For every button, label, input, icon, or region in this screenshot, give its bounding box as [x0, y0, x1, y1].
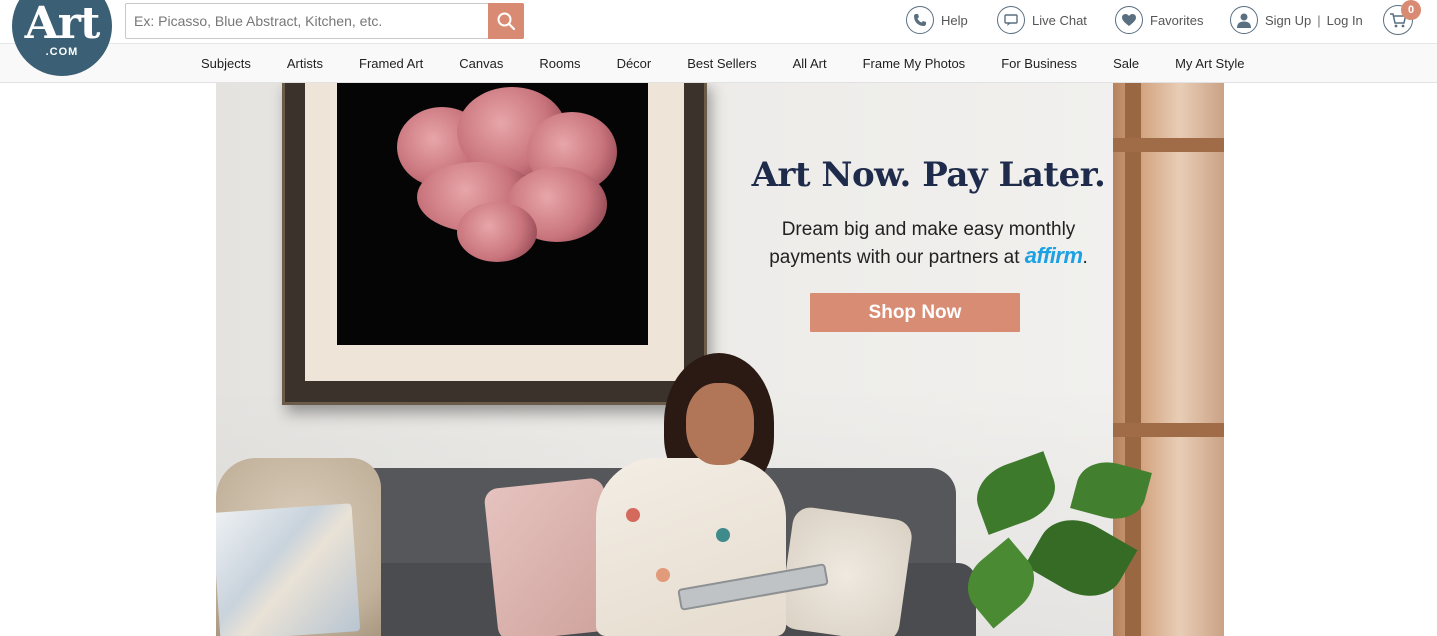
top-header: Help Live Chat Favorites Sign Up | Log I…	[0, 0, 1437, 44]
nav-all-art[interactable]: All Art	[775, 56, 845, 71]
search-button[interactable]	[488, 3, 524, 39]
user-icon	[1230, 6, 1258, 34]
hero-title: Art Now. Pay Later.	[751, 155, 1106, 195]
hero-subtitle: Dream big and make easy monthly payments…	[741, 217, 1116, 271]
woman-face	[686, 383, 754, 465]
heart-icon	[1115, 6, 1143, 34]
nav-frame-my-photos[interactable]: Frame My Photos	[845, 56, 984, 71]
nav-canvas[interactable]: Canvas	[441, 56, 521, 71]
nav-artists[interactable]: Artists	[269, 56, 341, 71]
nav-rooms[interactable]: Rooms	[521, 56, 598, 71]
framed-peony-print	[282, 83, 707, 405]
peony-artwork	[337, 83, 648, 345]
account-separator: |	[1317, 12, 1321, 28]
search-icon	[497, 12, 516, 31]
main-nav: Subjects Artists Framed Art Canvas Rooms…	[0, 44, 1437, 83]
chat-icon	[997, 6, 1025, 34]
cart-button[interactable]: 0	[1383, 0, 1421, 35]
hero-subtitle-period: .	[1082, 247, 1088, 268]
nav-decor[interactable]: Décor	[599, 56, 670, 71]
print-mat	[305, 83, 684, 381]
live-chat-label: Live Chat	[1032, 12, 1087, 28]
hero-subtitle-line1: Dream big and make easy monthly	[781, 219, 1076, 240]
help-link[interactable]: Help	[906, 5, 968, 35]
nav-for-business[interactable]: For Business	[983, 56, 1095, 71]
nav-my-art-style[interactable]: My Art Style	[1157, 56, 1262, 71]
woman-floral-shirt	[596, 458, 786, 636]
hero-subtitle-line2: payments with our partners at	[769, 247, 1020, 268]
nav-subjects[interactable]: Subjects	[183, 56, 269, 71]
favorites-label: Favorites	[1150, 12, 1204, 28]
nav-sale[interactable]: Sale	[1095, 56, 1157, 71]
cart-count-badge: 0	[1401, 0, 1421, 20]
sign-up-link[interactable]: Sign Up	[1265, 13, 1311, 28]
nav-framed-art[interactable]: Framed Art	[341, 56, 441, 71]
logo-suffix: .COM	[45, 46, 79, 58]
nav-best-sellers[interactable]: Best Sellers	[669, 56, 774, 71]
affirm-logo: affirm	[1024, 243, 1083, 268]
live-chat-link[interactable]: Live Chat	[997, 5, 1087, 35]
hero-copy: Art Now. Pay Later. Dream big and make e…	[741, 155, 1116, 271]
help-label: Help	[941, 12, 968, 28]
hero-banner[interactable]: Art Now. Pay Later. Dream big and make e…	[216, 83, 1224, 636]
log-in-link[interactable]: Log In	[1327, 13, 1363, 28]
search-box	[125, 3, 524, 39]
logo-wordmark: Art	[24, 0, 101, 49]
marble-pillow	[216, 503, 361, 636]
search-input[interactable]	[126, 4, 489, 38]
phone-icon	[906, 6, 934, 34]
account-links: Sign Up | Log In	[1230, 5, 1363, 35]
shop-now-button[interactable]: Shop Now	[810, 293, 1020, 332]
favorites-link[interactable]: Favorites	[1115, 5, 1203, 35]
